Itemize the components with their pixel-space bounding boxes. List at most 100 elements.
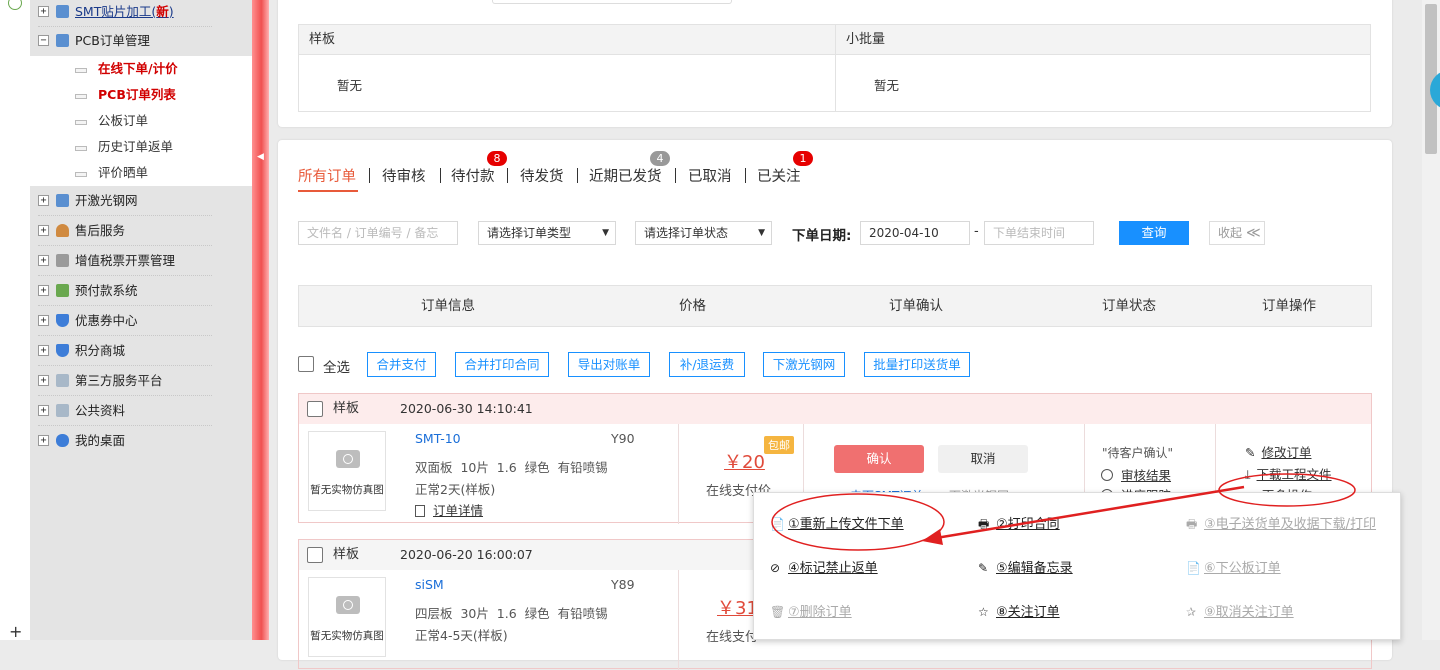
tab-pending-review[interactable]: 待审核	[382, 165, 426, 186]
download-files-label: 下载工程文件	[1256, 467, 1332, 482]
order-name-link[interactable]: SMT-10	[415, 431, 461, 446]
sidebar-item-aftersales[interactable]: + 售后服务	[30, 216, 252, 246]
document-icon: 📄	[1186, 561, 1201, 575]
sidebar-item-stencil[interactable]: + 开激光钢网	[30, 186, 252, 216]
sidebar-subitem-online-order[interactable]: 在线下单/计价	[30, 56, 252, 82]
order-status-select-value: 请选择订单状态	[644, 226, 729, 240]
laser-stencil-button[interactable]: 下激光钢网	[763, 352, 845, 377]
printer-icon: 🖶	[1186, 517, 1198, 531]
order-checkbox[interactable]	[307, 401, 323, 417]
tab-followed[interactable]: 已关注	[757, 165, 801, 186]
keyword-search-input[interactable]: 文件名 / 订单编号 / 备忘	[298, 221, 458, 245]
batch-print-delivery-button[interactable]: 批量打印送货单	[864, 352, 970, 377]
order-type: 样板	[333, 547, 360, 562]
sidebar-subitem-pcb-orders[interactable]: PCB订单列表	[30, 82, 252, 108]
menu-item-label: ⑦删除订单	[788, 605, 852, 620]
sidebar-item-smt[interactable]: + SMT贴片加工(新)	[30, 0, 252, 27]
sidebar-item-label: 售后服务	[75, 223, 126, 238]
shipping-adjust-button[interactable]: 补/退运费	[669, 352, 745, 377]
order-type-select[interactable]: 请选择订单类型 ▼	[478, 221, 616, 245]
summary-value-small-batch: 暂无	[874, 78, 900, 93]
sidebar-item-pcb[interactable]: − PCB订单管理	[30, 26, 252, 56]
menu-item-print-contract[interactable]: 🖶 ②打印合同	[978, 513, 1060, 536]
tab-recently-shipped[interactable]: 近期已发货	[589, 165, 662, 186]
user-icon	[56, 224, 69, 237]
expand-icon[interactable]: +	[38, 255, 49, 266]
expand-icon[interactable]: +	[38, 405, 49, 416]
sidebar-item-coupons[interactable]: + 优惠券中心	[30, 306, 252, 336]
menu-item-reupload[interactable]: 📄 ①重新上传文件下单	[770, 513, 904, 532]
tab-pending-payment[interactable]: 待付款	[451, 165, 495, 186]
menu-item-delete-order[interactable]: 🗑 ⑦删除订单	[770, 601, 852, 620]
sidebar-subitem-review[interactable]: 评价晒单	[30, 160, 252, 186]
order-spec: 双面板 10片 1.6 绿色 有铅喷锡	[415, 460, 608, 475]
sidebar-item-third-party[interactable]: + 第三方服务平台	[30, 366, 252, 396]
order-checkbox[interactable]	[307, 547, 323, 563]
menu-item-follow-order[interactable]: ☆ ⑧关注订单	[978, 601, 1060, 620]
date-end-input[interactable]: 下单结束时间	[984, 221, 1094, 245]
menu-item-edit-memo[interactable]: ✎ ⑤编辑备忘录	[978, 557, 1073, 576]
sidebar-item-label: 我的桌面	[75, 433, 126, 448]
collapse-filters-button[interactable]: 收起 ≪	[1209, 221, 1265, 245]
expand-icon[interactable]: +	[38, 345, 49, 356]
export-statement-button[interactable]: 导出对账单	[568, 352, 650, 377]
order-price[interactable]: ￥20	[724, 448, 765, 474]
tab-pending-shipment[interactable]: 待发货	[520, 165, 564, 186]
sidebar-subitem-public-board[interactable]: 公板订单	[30, 108, 252, 134]
order-detail-label: 订单详情	[433, 503, 484, 518]
summary-header-sample: 样板	[309, 32, 336, 47]
edit-order-link[interactable]: ✎ 修改订单	[1245, 442, 1312, 461]
sidebar-subitem-history[interactable]: 历史订单返单	[30, 134, 252, 160]
check-circle-icon	[1101, 469, 1113, 481]
sidebar-subitem-label: PCB订单列表	[98, 87, 176, 102]
sidebar-item-public-data[interactable]: + 公共资料	[30, 396, 252, 426]
collapse-left-icon[interactable]: ◀	[257, 152, 264, 162]
sidebar-item-label-suffix: )	[168, 4, 174, 19]
audit-result-link[interactable]: 审核结果	[1101, 465, 1171, 484]
expand-icon[interactable]: +	[38, 195, 49, 206]
confirm-order-button[interactable]: 确认	[834, 445, 924, 473]
order-type-select-value: 请选择订单类型	[487, 226, 572, 240]
menu-item-forbid-reorder[interactable]: ⊘ ④标记禁止返单	[770, 557, 878, 576]
plus-icon[interactable]: +	[9, 622, 22, 641]
payment-method: 在线支付	[706, 630, 759, 645]
stencil-icon	[56, 194, 69, 207]
collapse-icon[interactable]: −	[38, 35, 49, 46]
cancel-order-button[interactable]: 取消	[938, 445, 1028, 473]
merge-pay-button[interactable]: 合并支付	[367, 352, 436, 377]
sidebar-item-prepaid[interactable]: + 预付款系统	[30, 276, 252, 306]
menu-item-label: ①重新上传文件下单	[788, 517, 904, 532]
header-order-confirm: 订单确认	[889, 298, 943, 314]
menu-item-public-board-order[interactable]: 📄 ⑥下公板订单	[1186, 557, 1281, 576]
menu-item-unfollow-order[interactable]: ✰ ⑨取消关注订单	[1186, 601, 1294, 620]
collapse-circle-icon[interactable]	[8, 0, 22, 10]
top-input-stub[interactable]	[492, 0, 732, 4]
expand-icon[interactable]: +	[38, 285, 49, 296]
sidebar-item-invoice[interactable]: + 增值税票开票管理	[30, 246, 252, 276]
sidebar-toggle-bar[interactable]: ◀	[252, 0, 269, 640]
query-button[interactable]: 查询	[1119, 221, 1189, 245]
expand-icon[interactable]: +	[38, 6, 49, 17]
order-price[interactable]: ￥31	[717, 594, 758, 620]
sidebar-item-label: 开激光钢网	[75, 193, 138, 208]
order-status-select[interactable]: 请选择订单状态 ▼	[635, 221, 772, 245]
download-files-link[interactable]: ⤓ 下载工程文件	[1245, 464, 1332, 483]
edit-icon: ✎	[978, 561, 989, 575]
expand-icon[interactable]: +	[38, 375, 49, 386]
tab-cancelled[interactable]: 已取消	[688, 165, 732, 186]
sidebar-item-label: 公共资料	[75, 403, 126, 418]
menu-item-delivery-receipt[interactable]: 🖶 ③电子送货单及收据下载/打印	[1186, 513, 1376, 536]
merge-print-contract-button[interactable]: 合并打印合同	[455, 352, 549, 377]
order-detail-link[interactable]: 订单详情	[415, 500, 483, 519]
select-all-checkbox[interactable]	[298, 356, 314, 372]
sidebar-item-desktop[interactable]: + 我的桌面	[30, 426, 252, 456]
expand-icon[interactable]: +	[38, 225, 49, 236]
expand-icon[interactable]: +	[38, 435, 49, 446]
orders-table-header: 订单信息 价格 订单确认 订单状态 订单操作	[298, 285, 1372, 327]
sidebar-item-label: 增值税票开票管理	[75, 253, 176, 268]
order-name-link[interactable]: siSM	[415, 577, 444, 592]
date-start-input[interactable]: 2020-04-10	[860, 221, 970, 245]
expand-icon[interactable]: +	[38, 315, 49, 326]
tab-all-orders[interactable]: 所有订单	[298, 165, 356, 186]
sidebar-item-points-mall[interactable]: + 积分商城	[30, 336, 252, 366]
